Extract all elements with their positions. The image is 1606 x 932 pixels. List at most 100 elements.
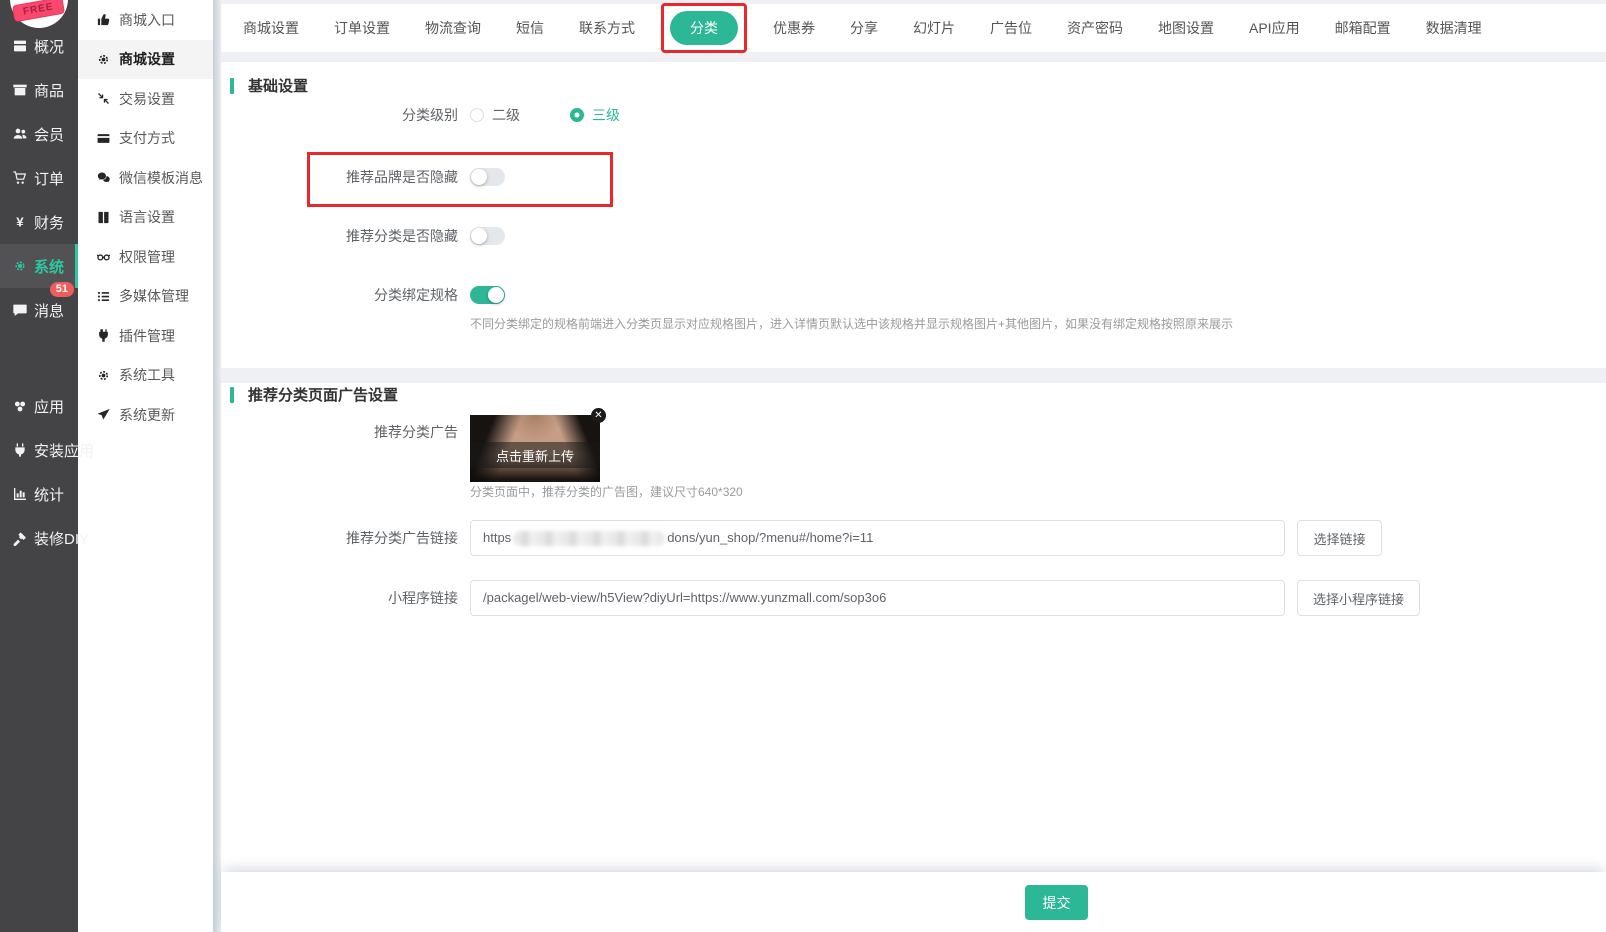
section-accent-bar bbox=[230, 387, 234, 403]
sidebar-item-label: 订单 bbox=[34, 168, 64, 189]
overview-icon bbox=[12, 38, 28, 54]
submenu-item-mall-entry[interactable]: 商城入口 bbox=[78, 0, 213, 40]
permission-icon bbox=[96, 249, 111, 264]
sidebar-item-finance[interactable]: ¥ 财务 bbox=[0, 200, 78, 244]
system-icon bbox=[12, 258, 28, 274]
sidebar-item-message[interactable]: 消息51 bbox=[0, 288, 78, 332]
submit-button[interactable]: 提交 bbox=[1025, 885, 1088, 920]
ad-link-input[interactable]: httpsdons/yun_shop/?menu#/home?i=11 bbox=[470, 520, 1285, 556]
trade-settings-icon bbox=[96, 91, 111, 106]
tab-order-settings[interactable]: 订单设置 bbox=[334, 18, 390, 38]
submenu-item-label: 多媒体管理 bbox=[119, 286, 189, 306]
submenu-item-system-tools[interactable]: 系统工具 bbox=[78, 356, 213, 396]
section-title-ad: 推荐分类页面广告设置 bbox=[230, 384, 398, 405]
sidebar-item-diy[interactable]: 装修DIY bbox=[0, 516, 78, 560]
choose-mini-link-button[interactable]: 选择小程序链接 bbox=[1297, 580, 1420, 616]
sidebar-item-goods[interactable]: 商品 bbox=[0, 68, 78, 112]
stats-icon bbox=[12, 486, 28, 502]
settings-tabbar: 商城设置 订单设置 物流查询 短信 联系方式 分类 优惠券 分享 幻灯片 广告位 资产密码 地图设置 A… bbox=[221, 4, 1606, 52]
remove-image-icon[interactable]: ✕ bbox=[591, 408, 606, 423]
system-tools-icon bbox=[96, 368, 111, 383]
tab-map-settings[interactable]: 地图设置 bbox=[1158, 18, 1214, 38]
tab-sms[interactable]: 短信 bbox=[516, 18, 544, 38]
radio-level-3[interactable] bbox=[570, 108, 584, 122]
submenu-item-trade-settings[interactable]: 交易设置 bbox=[78, 79, 213, 119]
row-category-level: 分类级别 二级 三级 bbox=[221, 105, 1606, 125]
submenu-item-system-update[interactable]: 系统更新 bbox=[78, 395, 213, 435]
radio-level-2-label[interactable]: 二级 bbox=[492, 105, 520, 125]
orders-icon bbox=[12, 170, 28, 186]
submenu-item-media[interactable]: 多媒体管理 bbox=[78, 277, 213, 317]
tab-mailbox[interactable]: 邮箱配置 bbox=[1335, 18, 1391, 38]
submenu-item-label: 权限管理 bbox=[119, 247, 175, 267]
row-hide-category: 推荐分类是否隐藏 bbox=[221, 226, 1606, 246]
secondary-sidebar: 商城入口商城设置交易设置支付方式微信模板消息语言设置权限管理多媒体管理插件管理系… bbox=[78, 0, 213, 932]
members-icon bbox=[12, 126, 28, 142]
bind-spec-toggle[interactable] bbox=[470, 286, 505, 304]
sidebar-item-overview[interactable]: 概况 bbox=[0, 24, 78, 68]
radio-level-3-label[interactable]: 三级 bbox=[592, 105, 620, 125]
tab-share[interactable]: 分享 bbox=[850, 18, 878, 38]
submenu-item-plugin[interactable]: 插件管理 bbox=[78, 316, 213, 356]
tab-category[interactable]: 分类 bbox=[670, 11, 738, 45]
sidebar-item-apps[interactable]: 应用 bbox=[0, 384, 78, 428]
hide-brand-toggle[interactable] bbox=[470, 168, 505, 186]
ad-image-thumbnail[interactable]: 点击重新上传 ✕ bbox=[470, 415, 600, 482]
tab-slideshow[interactable]: 幻灯片 bbox=[913, 18, 955, 38]
hide-category-toggle[interactable] bbox=[470, 227, 505, 245]
submenu-item-label: 商城设置 bbox=[119, 49, 175, 69]
goods-icon bbox=[12, 82, 28, 98]
tab-api-app[interactable]: API应用 bbox=[1249, 18, 1300, 38]
sidebar-item-label: 财务 bbox=[34, 212, 64, 233]
mini-link-input[interactable]: /packagel/web-view/h5View?diyUrl=https:/… bbox=[470, 580, 1285, 616]
submenu-item-permission[interactable]: 权限管理 bbox=[78, 237, 213, 277]
tab-logistics[interactable]: 物流查询 bbox=[425, 18, 481, 38]
submenu-item-label: 商城入口 bbox=[119, 10, 175, 30]
hide-category-label: 推荐分类是否隐藏 bbox=[221, 226, 458, 246]
section-accent-bar bbox=[230, 78, 234, 94]
row-bind-spec: 分类绑定规格 bbox=[221, 285, 1606, 305]
submenu-item-payment-method[interactable]: 支付方式 bbox=[78, 119, 213, 159]
sidebar-item-label: 装修DIY bbox=[34, 528, 89, 549]
submenu-item-wechat-template[interactable]: 微信模板消息 bbox=[78, 158, 213, 198]
tab-asset-password[interactable]: 资产密码 bbox=[1067, 18, 1123, 38]
submenu-item-label: 插件管理 bbox=[119, 326, 175, 346]
tab-mall-settings[interactable]: 商城设置 bbox=[243, 18, 299, 38]
mall-settings-icon bbox=[96, 52, 111, 67]
mall-entry-icon bbox=[96, 12, 111, 27]
tab-contact[interactable]: 联系方式 bbox=[579, 18, 635, 38]
sidebar-item-orders[interactable]: 订单 bbox=[0, 156, 78, 200]
bind-spec-label: 分类绑定规格 bbox=[221, 285, 458, 305]
tab-data-clean[interactable]: 数据清理 bbox=[1426, 18, 1482, 38]
section-title-basic: 基础设置 bbox=[230, 75, 308, 96]
diy-icon bbox=[12, 530, 28, 546]
rail-spacer bbox=[0, 332, 78, 384]
primary-sidebar-nav: 概况商品会员订单 ¥ 财务系统消息51 应用安装应用统计装修DIY bbox=[0, 24, 78, 560]
tab-ad-slot[interactable]: 广告位 bbox=[990, 18, 1032, 38]
media-icon bbox=[96, 289, 111, 304]
sidebar-item-stats[interactable]: 统计 bbox=[0, 472, 78, 516]
basic-settings-card: 基础设置 分类级别 二级 三级 推荐品牌是否隐藏 推荐分类是否隐藏 bbox=[221, 62, 1606, 368]
language-icon bbox=[96, 210, 111, 225]
sidebar-item-install-app[interactable]: 安装应用 bbox=[0, 428, 78, 472]
sidebar-item-label: 概况 bbox=[34, 36, 64, 57]
svg-text:¥: ¥ bbox=[16, 215, 24, 230]
submenu-item-label: 系统工具 bbox=[119, 365, 175, 385]
sidebar-item-label: 系统 bbox=[34, 256, 64, 277]
wechat-template-icon bbox=[96, 170, 111, 185]
choose-link-button[interactable]: 选择链接 bbox=[1297, 520, 1382, 556]
submenu-item-label: 微信模板消息 bbox=[119, 168, 203, 188]
ad-image-label: 推荐分类广告 bbox=[221, 422, 458, 442]
row-ad-image: 推荐分类广告 bbox=[221, 422, 1606, 442]
main-area: 商城设置 订单设置 物流查询 短信 联系方式 分类 优惠券 分享 幻灯片 广告位 资产密码 地图设置 A… bbox=[221, 0, 1606, 932]
tab-coupon[interactable]: 优惠券 bbox=[773, 18, 815, 38]
submenu-item-language[interactable]: 语言设置 bbox=[78, 198, 213, 238]
submenu-item-mall-settings[interactable]: 商城设置 bbox=[78, 40, 213, 80]
sidebar-item-label: 消息 bbox=[34, 300, 64, 321]
category-level-label: 分类级别 bbox=[221, 105, 458, 125]
redacted-url-segment bbox=[513, 531, 665, 546]
sidebar-item-label: 应用 bbox=[34, 396, 64, 417]
radio-level-2[interactable] bbox=[470, 108, 484, 122]
reupload-overlay[interactable]: 点击重新上传 bbox=[470, 442, 600, 468]
sidebar-item-members[interactable]: 会员 bbox=[0, 112, 78, 156]
